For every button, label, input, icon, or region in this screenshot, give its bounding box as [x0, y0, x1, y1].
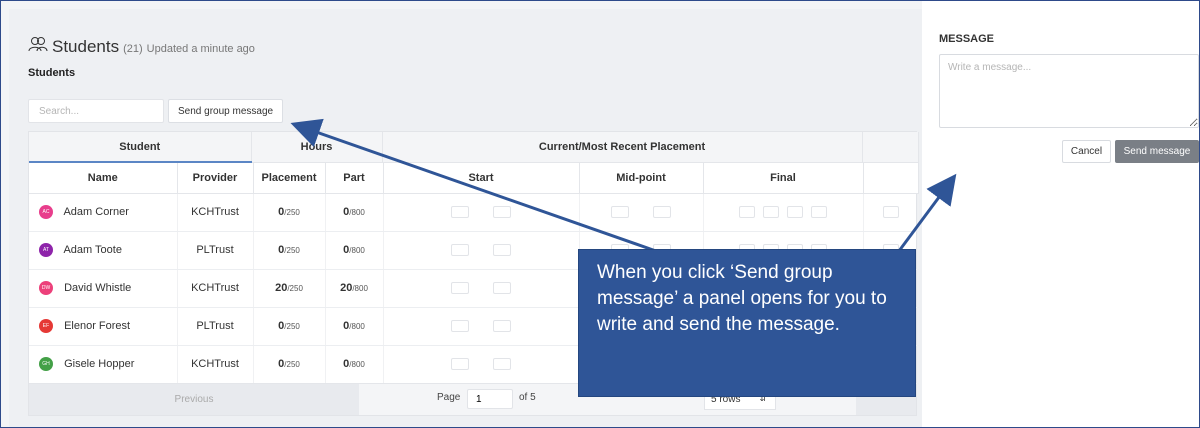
group-header-hours: Hours	[251, 132, 383, 163]
status-chip[interactable]	[451, 320, 469, 333]
status-chip[interactable]	[811, 206, 827, 219]
avatar: EF	[39, 319, 53, 333]
student-count: (21)	[123, 43, 143, 55]
column-header-start[interactable]: Start	[383, 163, 580, 194]
status-chip[interactable]	[493, 358, 511, 371]
page-number-input[interactable]	[467, 389, 513, 409]
status-chip[interactable]	[451, 358, 469, 371]
part-hours-cell: 0/800	[325, 231, 384, 270]
status-chip[interactable]	[493, 320, 511, 333]
student-cell: AT Adam Toote	[29, 231, 178, 270]
table-row[interactable]: AC Adam Corner KCHTrust 0/250 0/800	[29, 193, 919, 232]
avatar: GH	[39, 357, 53, 371]
placement-hours-total: /250	[287, 284, 303, 293]
cancel-button[interactable]: Cancel	[1062, 140, 1111, 163]
placement-hours-cell: 0/250	[253, 345, 326, 384]
previous-button[interactable]: Previous	[29, 384, 359, 415]
updated-status: Updated a minute ago	[146, 43, 255, 55]
column-header-final[interactable]: Final	[703, 163, 864, 194]
part-hours-total: /800	[349, 246, 365, 255]
column-header-part[interactable]: Part	[325, 163, 384, 194]
extra-cell	[863, 193, 919, 232]
student-cell: GH Gisele Hopper	[29, 345, 178, 384]
avatar: AT	[39, 243, 53, 257]
search-input[interactable]	[28, 99, 164, 123]
status-chip[interactable]	[739, 206, 755, 219]
section-subtitle: Students	[28, 67, 76, 79]
status-chip[interactable]	[882, 206, 899, 219]
page-count: of 5	[519, 392, 536, 403]
student-name[interactable]: Elenor Forest	[64, 320, 130, 332]
student-name[interactable]: Adam Toote	[63, 244, 122, 256]
student-name[interactable]: Gisele Hopper	[64, 358, 134, 370]
student-cell: AC Adam Corner	[29, 193, 178, 232]
student-name[interactable]: Adam Corner	[63, 206, 128, 218]
part-hours-cell: 0/800	[325, 345, 384, 384]
placement-hours: 20	[275, 282, 288, 294]
part-hours-cell: 20/800	[325, 269, 384, 308]
start-cell	[383, 269, 580, 308]
final-cell	[703, 193, 864, 232]
message-label: MESSAGE	[939, 33, 995, 45]
part-hours-total: /800	[349, 322, 365, 331]
avatar: DW	[39, 281, 53, 295]
part-hours-total: /800	[349, 208, 365, 217]
column-header-placement[interactable]: Placement	[253, 163, 326, 194]
provider-cell: PLTrust	[177, 231, 254, 270]
screenshot-frame: Students (21) Updated a minute ago Stude…	[0, 0, 1200, 428]
status-chip[interactable]	[493, 282, 511, 295]
placement-hours-total: /250	[284, 322, 300, 331]
provider-cell: KCHTrust	[177, 269, 254, 308]
start-cell	[383, 307, 580, 346]
provider-cell: PLTrust	[177, 307, 254, 346]
placement-hours-cell: 0/250	[253, 307, 326, 346]
column-header-name[interactable]: Name	[29, 163, 178, 194]
student-name[interactable]: David Whistle	[64, 282, 131, 294]
status-chip[interactable]	[451, 282, 469, 295]
placement-hours-total: /250	[284, 208, 300, 217]
column-header-provider[interactable]: Provider	[177, 163, 254, 194]
start-cell	[383, 231, 580, 270]
start-cell	[383, 193, 580, 232]
status-chip[interactable]	[451, 206, 469, 219]
annotation-callout: When you click ‘Send group message’ a pa…	[578, 249, 916, 397]
page-title: Students	[52, 37, 120, 56]
status-chip[interactable]	[493, 206, 511, 219]
midpoint-cell	[579, 193, 704, 232]
page-header: Students (21) Updated a minute ago	[28, 36, 255, 57]
part-hours: 20	[340, 282, 353, 294]
group-header-placement: Current/Most Recent Placement	[382, 132, 863, 163]
column-header-extra	[863, 163, 919, 194]
start-cell	[383, 345, 580, 384]
status-chip[interactable]	[653, 206, 671, 219]
message-panel: MESSAGE Cancel Send message	[922, 1, 1199, 427]
group-header-student: Student	[29, 132, 252, 163]
part-hours-cell: 0/800	[325, 193, 384, 232]
send-group-message-button[interactable]: Send group message	[168, 99, 284, 123]
users-icon	[28, 37, 48, 52]
student-cell: EF Elenor Forest	[29, 307, 178, 346]
part-hours-total: /800	[349, 360, 365, 369]
placement-hours-cell: 0/250	[253, 193, 326, 232]
placement-hours-cell: 0/250	[253, 231, 326, 270]
part-hours-total: /800	[352, 284, 368, 293]
message-textarea[interactable]	[939, 54, 1199, 128]
status-chip[interactable]	[493, 244, 511, 257]
provider-cell: KCHTrust	[177, 345, 254, 384]
group-header-extra	[862, 132, 919, 163]
status-chip[interactable]	[611, 206, 629, 219]
provider-cell: KCHTrust	[177, 193, 254, 232]
send-message-button[interactable]: Send message	[1115, 140, 1199, 163]
status-chip[interactable]	[787, 206, 803, 219]
avatar: AC	[39, 205, 53, 219]
status-chip[interactable]	[763, 206, 779, 219]
part-hours-cell: 0/800	[325, 307, 384, 346]
page-label: Page	[437, 392, 461, 403]
status-chip[interactable]	[451, 244, 469, 257]
column-header-midpoint[interactable]: Mid-point	[579, 163, 704, 194]
placement-hours-total: /250	[284, 360, 300, 369]
placement-hours-total: /250	[284, 246, 300, 255]
placement-hours-cell: 20/250	[253, 269, 326, 308]
student-cell: DW David Whistle	[29, 269, 178, 308]
